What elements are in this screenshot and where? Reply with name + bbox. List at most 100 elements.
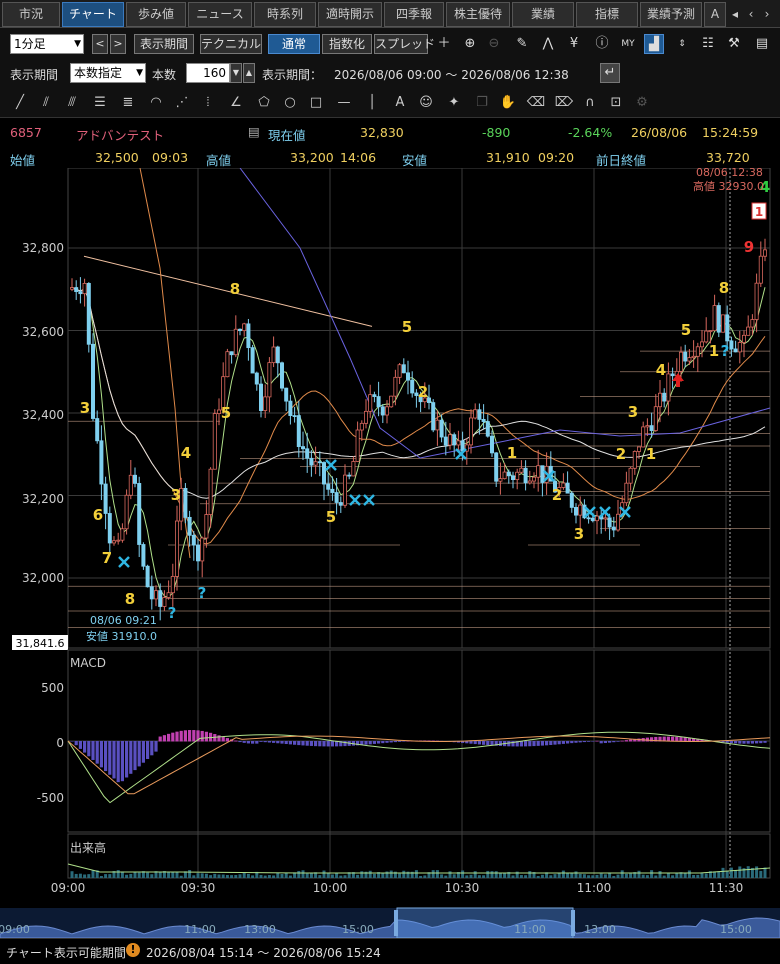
macd-bar <box>545 741 549 746</box>
circle-tool-icon[interactable]: ○ <box>280 93 300 113</box>
wrench-icon[interactable]: ⚒ <box>724 34 744 54</box>
fan-tool-icon[interactable]: ⋰ <box>172 93 192 113</box>
tab-benefits[interactable]: 株主優待 <box>446 2 510 27</box>
tab-disclosure[interactable]: 適時開示 <box>318 2 382 27</box>
macd-bar <box>238 741 242 743</box>
settings-tool-icon[interactable]: ⚙ <box>632 93 652 113</box>
tab-more[interactable]: A <box>704 2 726 27</box>
volume-bar <box>360 871 364 878</box>
info-icon[interactable]: ⓘ <box>592 34 612 54</box>
volume-bar <box>717 871 721 878</box>
tab-news[interactable]: ニュース <box>188 2 252 27</box>
zoom-in-icon[interactable]: ⊕ <box>460 34 480 54</box>
macd-bar <box>204 731 208 742</box>
signal-mark: 7 <box>102 549 112 567</box>
vline-tool-icon[interactable]: │ <box>362 93 382 113</box>
refresh-icon[interactable]: ↵ <box>600 63 620 83</box>
notes-icon[interactable]: ▤ <box>248 124 260 139</box>
magnet-tool-icon[interactable]: ∩ <box>580 93 600 113</box>
zoom-out-icon[interactable]: ⊖ <box>484 34 504 54</box>
technical-button[interactable]: テクニカル <box>200 34 262 54</box>
spread-button[interactable]: スプレッド <box>374 34 435 54</box>
macd-bar <box>595 740 599 742</box>
text-tool-icon[interactable]: A <box>390 93 410 113</box>
arc-tool-icon[interactable]: ◠ <box>146 93 166 113</box>
count-up-icon[interactable]: ▲ <box>243 63 255 83</box>
count-down-icon[interactable]: ▼ <box>230 63 242 83</box>
tab-chart[interactable]: チャート <box>62 2 124 27</box>
hline-tool-icon[interactable]: — <box>334 93 354 113</box>
open-time: 09:03 <box>152 150 189 165</box>
tab-forecast[interactable]: 業績予測 <box>640 2 702 27</box>
icon-tool-icon[interactable]: ☺ <box>416 93 436 113</box>
next-button[interactable]: > <box>110 34 126 54</box>
volume-bar <box>259 874 263 878</box>
candle-body <box>607 517 612 528</box>
line-tool-icon[interactable]: ╱ <box>10 93 30 113</box>
area-chart-icon[interactable]: ▟ <box>644 34 664 54</box>
tab-market[interactable]: 市況 <box>2 2 60 27</box>
channel-tool-icon[interactable]: ⫽ <box>36 93 56 113</box>
rect-tool-icon[interactable]: □ <box>306 93 326 113</box>
macd-bar <box>280 741 284 744</box>
yen-icon[interactable]: ¥ <box>564 34 584 54</box>
macd-label: MACD <box>70 656 106 670</box>
print-icon[interactable]: ▤ <box>752 34 772 54</box>
volume-bar <box>179 875 183 878</box>
x-tick-label: 11:00 <box>577 881 612 895</box>
hlines2-tool-icon[interactable]: ≣ <box>118 93 138 113</box>
candle-body <box>452 434 457 446</box>
lock-tool-icon[interactable]: ⊡ <box>606 93 626 113</box>
eraser-all-tool-icon[interactable]: ⌦ <box>554 93 574 113</box>
volume-bar <box>440 874 444 878</box>
period-select[interactable]: 1分足 ▼ <box>10 34 84 54</box>
tab-earnings[interactable]: 業績 <box>512 2 574 27</box>
tab-timeseries[interactable]: 時系列 <box>254 2 316 27</box>
macd-bar <box>322 741 326 747</box>
candle-body <box>750 319 755 328</box>
tab-left-icon[interactable]: ‹ <box>744 4 758 24</box>
tab-menu-icon[interactable]: ◂ <box>728 4 742 24</box>
parallel-tool-icon[interactable]: ⫻ <box>62 93 82 113</box>
pentagon-tool-icon[interactable]: ⬠ <box>254 93 274 113</box>
navigator-handle-left[interactable] <box>394 910 398 936</box>
angle-tool-icon[interactable]: ∠ <box>226 93 246 113</box>
macd-bar <box>129 741 133 774</box>
volume-bar <box>591 875 595 878</box>
macd-bar <box>108 741 112 775</box>
pen-icon[interactable]: ✎ <box>512 34 532 54</box>
volume-bar <box>91 870 95 878</box>
candle-body <box>124 494 129 530</box>
display-period-button[interactable]: 表示期間 <box>134 34 194 54</box>
hand-tool-icon[interactable]: ✋ <box>498 93 518 113</box>
navigator-handle-right[interactable] <box>571 910 575 936</box>
normal-button[interactable]: 通常 <box>268 34 320 54</box>
volume-bar <box>402 870 406 878</box>
count-input[interactable]: 160 <box>186 63 230 83</box>
navigator-window[interactable] <box>396 907 574 938</box>
macd-bar <box>385 741 389 743</box>
my-icon[interactable]: MY <box>618 34 638 54</box>
hlines-tool-icon[interactable]: ☰ <box>90 93 110 113</box>
copy-tool-icon[interactable]: ❐ <box>472 93 492 113</box>
eraser-tool-icon[interactable]: ⌫ <box>526 93 546 113</box>
stock-chart[interactable]: 3678??34585521232 134581 ?94 32,800 32,600… <box>0 168 780 938</box>
pattern-icon[interactable]: ⋀ <box>538 34 558 54</box>
macd-bar <box>263 741 267 743</box>
candle-body <box>233 328 238 356</box>
vlines-tool-icon[interactable]: ⦙ <box>198 93 218 113</box>
chart-settings-icon[interactable]: ☷ <box>698 34 718 54</box>
index-button[interactable]: 指数化 <box>322 34 372 54</box>
candle-body <box>733 348 738 353</box>
volume-bar <box>356 874 360 878</box>
mode-select[interactable]: 本数指定 ▼ <box>70 63 146 83</box>
add-icon[interactable]: ＋ <box>434 34 454 54</box>
tab-shikiho[interactable]: 四季報 <box>384 2 444 27</box>
stamp-tool-icon[interactable]: ✦ <box>444 93 464 113</box>
tab-ticks[interactable]: 歩み値 <box>126 2 186 27</box>
change-pct: -2.64% <box>568 125 613 140</box>
tab-right-icon[interactable]: › <box>760 4 774 24</box>
tab-indicators[interactable]: 指標 <box>576 2 638 27</box>
prev-button[interactable]: < <box>92 34 108 54</box>
auto-icon[interactable]: ⇕ <box>672 34 692 54</box>
